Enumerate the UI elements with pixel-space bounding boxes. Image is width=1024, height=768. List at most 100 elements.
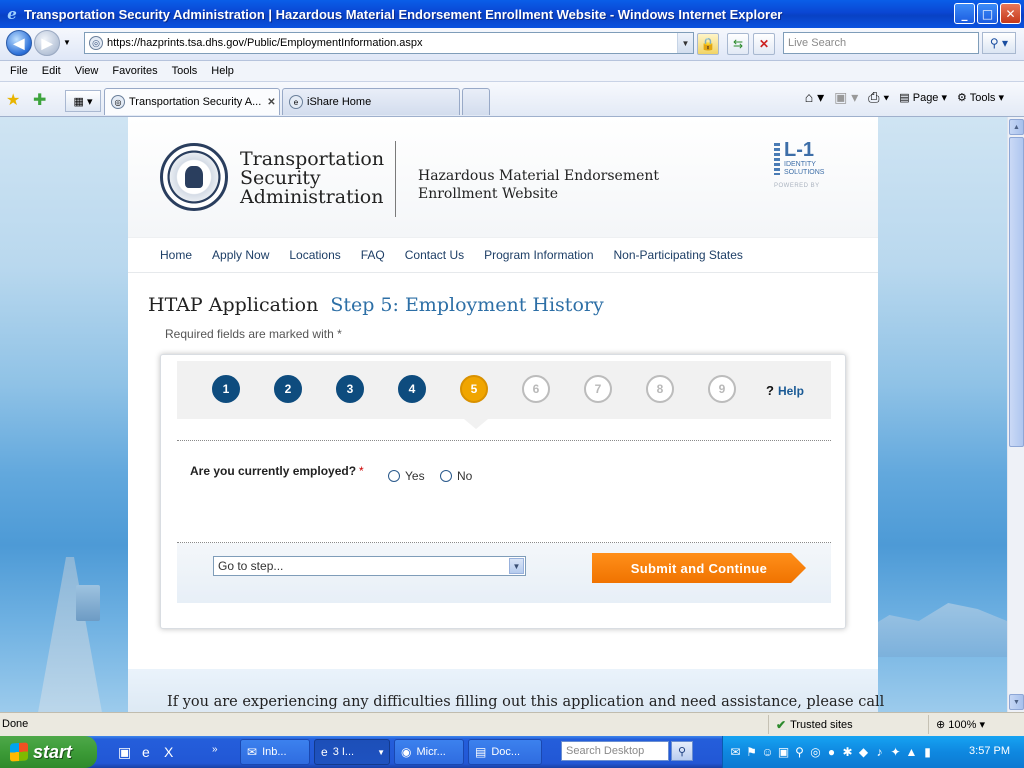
lock-icon[interactable]: 🔒: [697, 33, 719, 55]
nav-program-information[interactable]: Program Information: [484, 248, 593, 262]
help-link[interactable]: ? Help: [766, 383, 804, 398]
task-document[interactable]: ▤ Doc...: [468, 739, 542, 765]
ie-quicklaunch-icon[interactable]: e: [142, 744, 150, 760]
alert-tray-icon[interactable]: ▲: [905, 745, 918, 759]
nav-apply-now[interactable]: Apply Now: [212, 248, 269, 262]
menu-view[interactable]: View: [69, 65, 105, 77]
desktop-search-input[interactable]: Search Desktop: [561, 741, 669, 761]
help-label: Help: [777, 384, 804, 398]
settings-tray-icon[interactable]: ✱: [841, 745, 854, 759]
zoom-control[interactable]: ⊕ 100% ▾: [936, 718, 985, 731]
minimize-button[interactable]: _: [954, 3, 975, 24]
background-hills-image: [860, 603, 1007, 657]
nav-home[interactable]: Home: [160, 248, 192, 262]
vertical-scrollbar[interactable]: ▲ ▼: [1007, 117, 1024, 712]
mail-icon: ✉: [247, 745, 258, 759]
page-menu[interactable]: ▤ Page ▾: [899, 91, 947, 104]
sync-tray-icon[interactable]: ◎: [809, 745, 822, 759]
ie-icon: e: [321, 745, 328, 759]
radio-circle-icon[interactable]: [440, 470, 452, 482]
menu-file[interactable]: File: [4, 65, 34, 77]
favorites-star-icon[interactable]: ★: [6, 90, 20, 110]
chevron-down-icon[interactable]: ▼: [509, 558, 524, 574]
live-search-input[interactable]: Live Search: [783, 32, 979, 54]
show-desktop-icon[interactable]: ▣: [118, 744, 131, 761]
shield-tray-icon[interactable]: ◆: [857, 745, 870, 759]
address-bar-row: ◀ ▶ ▼ ◎ https://hazprints.tsa.dhs.gov/Pu…: [0, 28, 1024, 61]
menu-tools[interactable]: Tools: [166, 65, 204, 77]
security-zone[interactable]: ✔ Trusted sites: [776, 718, 853, 732]
print-icon[interactable]: ⎙ ▾: [868, 89, 889, 106]
excel-quicklaunch-icon[interactable]: X: [164, 744, 173, 760]
mail-tray-icon[interactable]: ✉: [729, 745, 742, 759]
nav-faq[interactable]: FAQ: [361, 248, 385, 262]
browser-viewport: Transportation Security Administration H…: [0, 117, 1007, 712]
quicklaunch-overflow-icon[interactable]: »: [212, 744, 218, 755]
form-actions: Go to step... ▼ Submit and Continue: [177, 543, 831, 603]
close-button[interactable]: ✕: [1000, 3, 1021, 24]
home-icon[interactable]: ⌂ ▾: [805, 89, 824, 106]
site-title: Hazardous Material Endorsement Enrollmen…: [418, 168, 660, 202]
address-field[interactable]: ◎ https://hazprints.tsa.dhs.gov/Public/E…: [84, 32, 694, 54]
menu-favorites[interactable]: Favorites: [106, 65, 163, 77]
search-icon[interactable]: ⚲: [671, 741, 693, 761]
task-ie-group[interactable]: e 3 I... ▼: [314, 739, 390, 765]
close-tab-icon[interactable]: ✕: [267, 97, 275, 108]
tools-menu[interactable]: ⚙ Tools ▾: [957, 91, 1004, 104]
network-tray-icon[interactable]: ⚑: [745, 745, 758, 759]
start-button[interactable]: start: [0, 736, 97, 768]
search-tray-icon[interactable]: ⚲: [793, 745, 806, 759]
assistance-text: If you are experiencing any difficulties…: [167, 694, 885, 710]
agency-name: Transportation Security Administration: [240, 148, 385, 208]
refresh-icon[interactable]: ⇆: [727, 33, 749, 55]
add-favorite-icon[interactable]: ✚: [33, 90, 46, 110]
messenger-tray-icon[interactable]: ☺: [761, 745, 774, 759]
forward-button[interactable]: ▶: [34, 30, 60, 56]
nav-contact-us[interactable]: Contact Us: [405, 248, 464, 262]
menu-help[interactable]: Help: [205, 65, 240, 77]
quick-tabs-button[interactable]: ▦ ▾: [65, 90, 101, 112]
tab-tsa[interactable]: ◎ Transportation Security A... ✕: [104, 88, 280, 115]
nav-non-participating-states[interactable]: Non-Participating States: [614, 248, 743, 262]
step-2[interactable]: 2: [274, 375, 302, 403]
security-tray-icon[interactable]: ✦: [889, 745, 902, 759]
ccs-tray-icon[interactable]: ▣: [777, 745, 790, 759]
go-to-step-select[interactable]: Go to step... ▼: [213, 556, 526, 576]
back-button[interactable]: ◀: [6, 30, 32, 56]
address-dropdown-icon[interactable]: ▼: [677, 33, 693, 53]
step-1[interactable]: 1: [212, 375, 240, 403]
task-label: 3 I...: [332, 746, 355, 758]
maximize-button[interactable]: □: [977, 3, 998, 24]
scroll-thumb[interactable]: [1009, 137, 1024, 447]
site-header: Transportation Security Administration H…: [128, 117, 878, 237]
radio-circle-icon[interactable]: [388, 470, 400, 482]
new-tab-button[interactable]: [462, 88, 490, 115]
clock[interactable]: 3:57 PM: [969, 745, 1010, 757]
search-icon[interactable]: ⚲ ▾: [982, 32, 1016, 54]
nav-locations[interactable]: Locations: [289, 248, 340, 262]
employed-no-radio[interactable]: No: [440, 469, 472, 483]
volume-tray-icon[interactable]: ♪: [873, 745, 886, 759]
task-label: Inb...: [262, 746, 287, 758]
app-tray-icon[interactable]: ▮: [921, 745, 934, 759]
background-truck-image: [76, 585, 100, 621]
status-tray-icon[interactable]: ●: [825, 745, 838, 759]
stop-icon[interactable]: ✕: [753, 33, 775, 55]
gear-icon: ⚙: [957, 92, 970, 104]
step-3[interactable]: 3: [336, 375, 364, 403]
history-dropdown-icon[interactable]: ▼: [63, 38, 71, 47]
radio-label: Yes: [405, 469, 425, 483]
feeds-icon[interactable]: ▣ ▾: [834, 89, 858, 106]
employed-yes-radio[interactable]: Yes: [388, 469, 425, 483]
task-microsoft[interactable]: ◉ Micr...: [394, 739, 464, 765]
divider: [928, 715, 929, 734]
scroll-up-icon[interactable]: ▲: [1009, 119, 1024, 135]
window-title-bar[interactable]: e Transportation Security Administration…: [0, 0, 1024, 28]
tab-ishare[interactable]: e iShare Home: [282, 88, 460, 115]
scroll-down-icon[interactable]: ▼: [1009, 694, 1024, 710]
step-4[interactable]: 4: [398, 375, 426, 403]
menu-edit[interactable]: Edit: [36, 65, 67, 77]
submit-and-continue-button[interactable]: Submit and Continue: [592, 553, 806, 583]
task-inbox[interactable]: ✉ Inb...: [240, 739, 310, 765]
window-title: Transportation Security Administration |…: [24, 6, 783, 22]
